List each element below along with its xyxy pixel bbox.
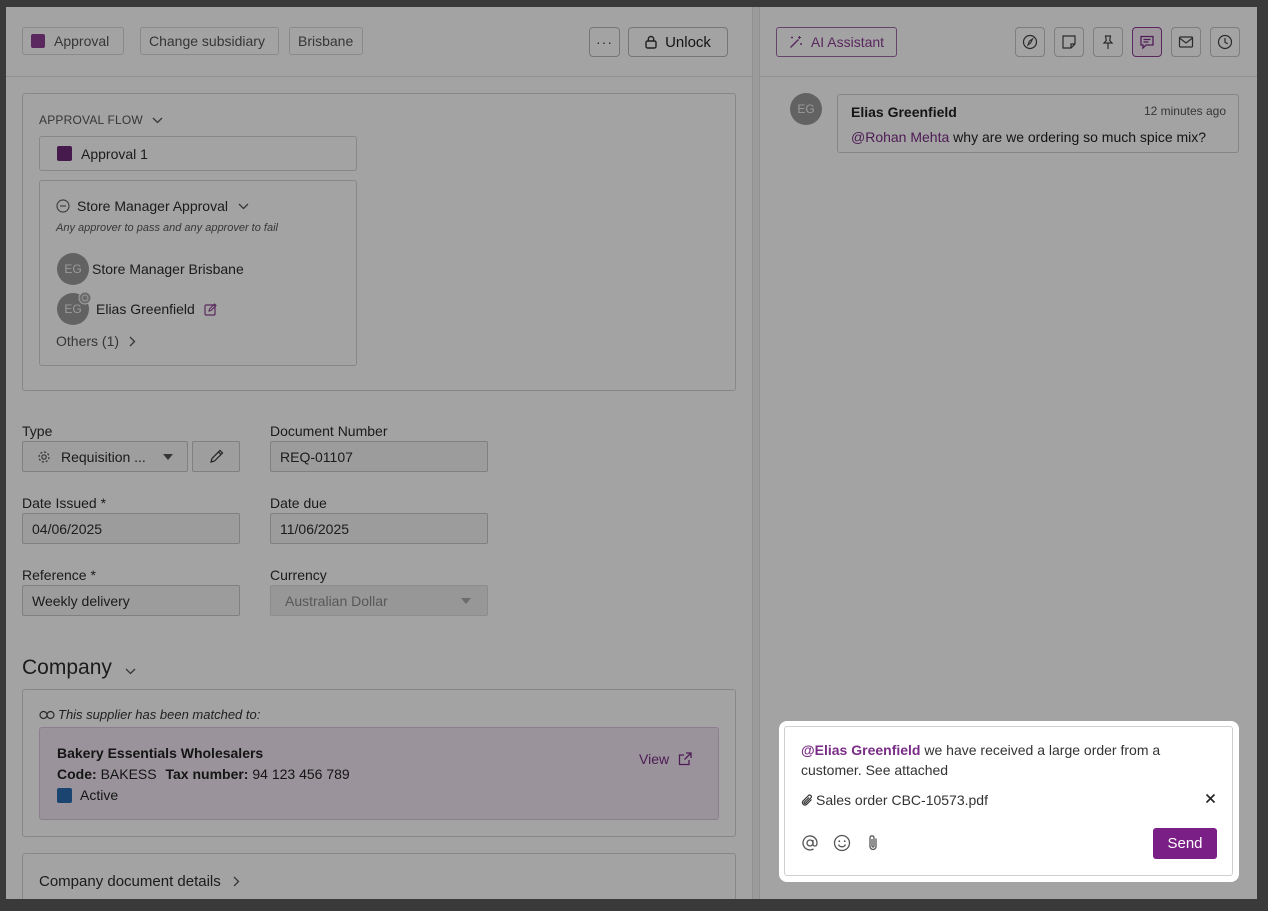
attachment-item: Sales order CBC-10573.pdf (801, 792, 988, 808)
attach-file-icon[interactable] (866, 834, 880, 852)
remove-attachment-icon[interactable] (1205, 793, 1216, 804)
attachment-name: Sales order CBC-10573.pdf (816, 792, 988, 808)
composer-box: @Elias Greenfield we have received a lar… (784, 726, 1233, 876)
paperclip-icon (801, 793, 814, 808)
emoji-icon[interactable] (833, 834, 851, 852)
composer-textarea[interactable]: @Elias Greenfield we have received a lar… (801, 740, 1201, 780)
composer-mention: @Elias Greenfield (801, 742, 921, 758)
send-button[interactable]: Send (1153, 828, 1217, 859)
at-mention-icon[interactable] (801, 834, 819, 852)
comment-composer: @Elias Greenfield we have received a lar… (779, 721, 1239, 882)
